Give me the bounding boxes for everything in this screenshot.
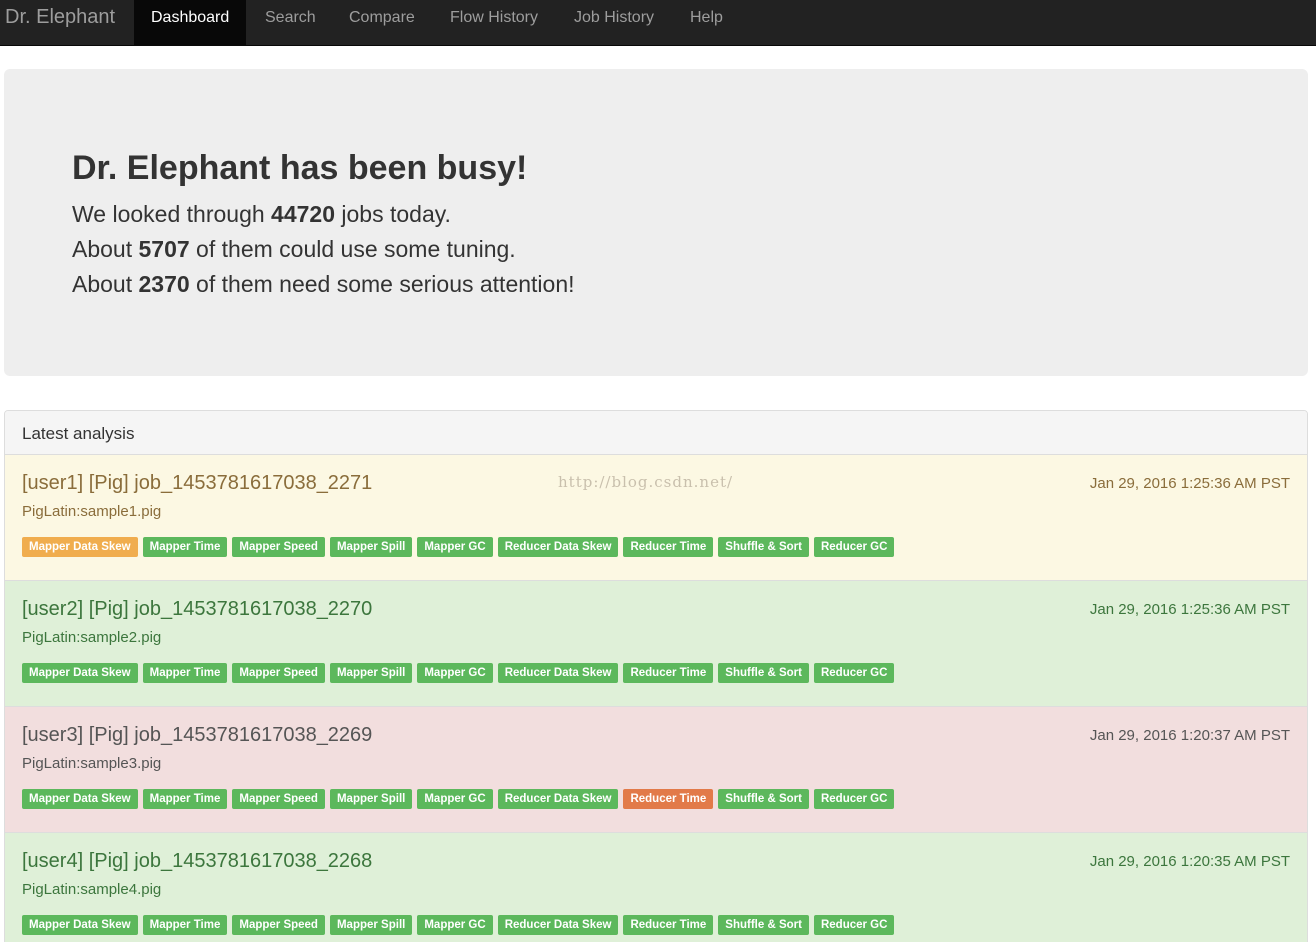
heuristic-badge[interactable]: Mapper Time	[142, 789, 228, 809]
heuristic-badge[interactable]: Reducer Time	[623, 789, 714, 809]
jobs-tuning-count: 5707	[138, 236, 190, 262]
heuristic-badge[interactable]: Reducer GC	[813, 915, 895, 935]
heuristic-badge[interactable]: Reducer Data Skew	[497, 915, 619, 935]
heuristic-badge[interactable]: Mapper Data Skew	[22, 789, 138, 809]
heuristic-badge[interactable]: Reducer GC	[813, 663, 895, 683]
heuristic-badge[interactable]: Mapper Data Skew	[22, 915, 138, 935]
heuristic-badge[interactable]: Reducer GC	[813, 789, 895, 809]
heuristic-badge[interactable]: Mapper Speed	[232, 789, 325, 809]
heuristic-badge[interactable]: Shuffle & Sort	[718, 663, 809, 683]
job-name: PigLatin:sample2.pig	[22, 629, 162, 646]
job-row[interactable]: [user2] [Pig] job_1453781617038_2270 Pig…	[5, 581, 1307, 707]
heuristic-badge[interactable]: Mapper GC	[417, 789, 493, 809]
top-navbar: Dr. Elephant Dashboard Search Compare Fl…	[0, 0, 1316, 46]
job-name: PigLatin:sample4.pig	[22, 881, 162, 898]
nav-help[interactable]: Help	[673, 0, 740, 45]
heuristic-badge[interactable]: Mapper GC	[417, 915, 493, 935]
job-name: PigLatin:sample3.pig	[22, 755, 162, 772]
panel-heading: Latest analysis	[5, 411, 1307, 455]
heuristic-badge[interactable]: Shuffle & Sort	[718, 789, 809, 809]
heuristic-badge[interactable]: Reducer Time	[623, 663, 714, 683]
heuristic-badge[interactable]: Mapper GC	[417, 537, 493, 557]
heuristic-badge[interactable]: Mapper Data Skew	[22, 537, 138, 557]
job-title[interactable]: [user3] [Pig] job_1453781617038_2269	[22, 724, 372, 747]
heuristic-badge[interactable]: Reducer Data Skew	[497, 663, 619, 683]
heuristic-badge[interactable]: Reducer Time	[623, 537, 714, 557]
jobs-attention-count: 2370	[138, 271, 190, 297]
job-title[interactable]: [user1] [Pig] job_1453781617038_2271	[22, 472, 372, 495]
heuristic-badges: Mapper Data Skew Mapper Time Mapper Speed M…	[22, 537, 899, 557]
summary-line-jobs: We looked through 44720 jobs today.	[72, 201, 451, 227]
heuristic-badge[interactable]: Mapper Spill	[329, 789, 413, 809]
heuristic-badge[interactable]: Mapper Speed	[232, 915, 325, 935]
job-name: PigLatin:sample1.pig	[22, 503, 162, 520]
panel-title: Latest analysis	[22, 424, 135, 443]
heuristic-badge[interactable]: Reducer Time	[623, 915, 714, 935]
job-time: Jan 29, 2016 1:25:36 AM PST	[1089, 601, 1290, 618]
heuristic-badge[interactable]: Shuffle & Sort	[718, 537, 809, 557]
heuristic-badges: Mapper Data Skew Mapper Time Mapper Speed M…	[22, 663, 899, 683]
nav-flow-history[interactable]: Flow History	[433, 0, 555, 45]
job-row[interactable]: [user4] [Pig] job_1453781617038_2268 Pig…	[5, 833, 1307, 942]
nav-dashboard[interactable]: Dashboard	[134, 0, 247, 45]
summary-banner: Dr. Elephant has been busy! We looked th…	[4, 69, 1308, 376]
nav-search[interactable]: Search	[248, 0, 333, 45]
summary-line-tuning: About 5707 of them could use some tuning…	[72, 236, 516, 262]
summary-line-attention: About 2370 of them need some serious att…	[72, 271, 575, 297]
summary-title: Dr. Elephant has been busy!	[72, 149, 528, 187]
heuristic-badge[interactable]: Mapper Spill	[329, 663, 413, 683]
heuristic-badge[interactable]: Mapper Time	[142, 537, 228, 557]
nav-job-history[interactable]: Job History	[557, 0, 671, 45]
job-row[interactable]: [user3] [Pig] job_1453781617038_2269 Pig…	[5, 707, 1307, 833]
heuristic-badges: Mapper Data Skew Mapper Time Mapper Speed M…	[22, 789, 899, 809]
heuristic-badge[interactable]: Mapper Data Skew	[22, 663, 138, 683]
heuristic-badge[interactable]: Mapper Spill	[329, 537, 413, 557]
heuristic-badge[interactable]: Mapper Speed	[232, 537, 325, 557]
nav-compare[interactable]: Compare	[332, 0, 432, 45]
jobs-total-count: 44720	[271, 201, 336, 227]
job-time: Jan 29, 2016 1:25:36 AM PST	[1089, 475, 1290, 492]
heuristic-badge[interactable]: Mapper GC	[417, 663, 493, 683]
heuristic-badge[interactable]: Reducer Data Skew	[497, 789, 619, 809]
job-time: Jan 29, 2016 1:20:37 AM PST	[1089, 727, 1290, 744]
heuristic-badge[interactable]: Reducer Data Skew	[497, 537, 619, 557]
heuristic-badge[interactable]: Shuffle & Sort	[718, 915, 809, 935]
job-title[interactable]: [user4] [Pig] job_1453781617038_2268	[22, 850, 372, 873]
heuristic-badge[interactable]: Reducer GC	[813, 537, 895, 557]
job-time: Jan 29, 2016 1:20:35 AM PST	[1089, 853, 1290, 870]
heuristic-badge[interactable]: Mapper Time	[142, 915, 228, 935]
brand-logo[interactable]: Dr. Elephant	[5, 0, 115, 46]
heuristic-badge[interactable]: Mapper Time	[142, 663, 228, 683]
watermark-text: http://blog.csdn.net/	[558, 473, 734, 491]
heuristic-badge[interactable]: Mapper Speed	[232, 663, 325, 683]
job-title[interactable]: [user2] [Pig] job_1453781617038_2270	[22, 598, 372, 621]
heuristic-badges: Mapper Data Skew Mapper Time Mapper Speed M…	[22, 915, 899, 935]
heuristic-badge[interactable]: Mapper Spill	[329, 915, 413, 935]
